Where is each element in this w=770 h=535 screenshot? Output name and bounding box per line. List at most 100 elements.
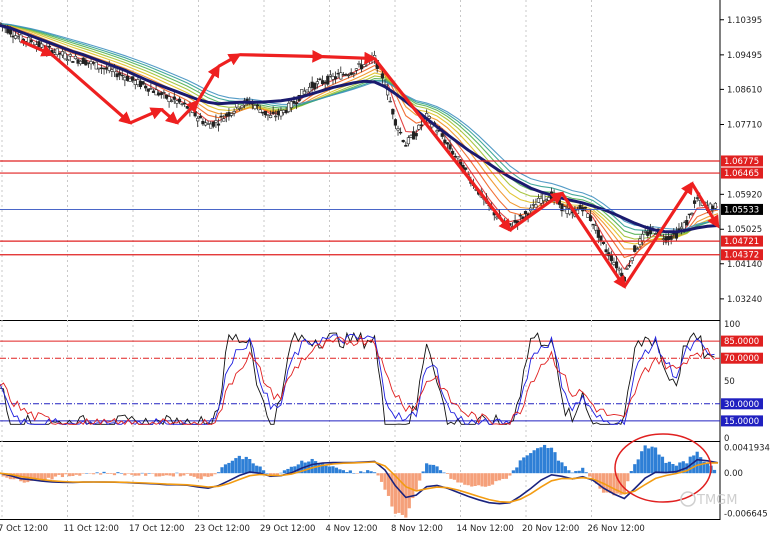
macd-histogram-bar (643, 445, 647, 474)
macd-histogram-bar (445, 473, 450, 474)
macd-histogram-bar (466, 473, 470, 486)
macd-histogram-bar (307, 461, 311, 474)
stoch-tick-label: 0 (724, 434, 729, 444)
macd-histogram-bar (515, 467, 519, 474)
candle-body (331, 76, 335, 80)
candle-body (542, 193, 546, 202)
macd-histogram-bar (57, 473, 61, 475)
macd-histogram-bar (490, 473, 495, 485)
candle-body (315, 81, 319, 85)
candle-body (601, 242, 606, 244)
macd-histogram-bar (553, 452, 557, 474)
macd-histogram-bar (407, 473, 411, 509)
macd-histogram-bar (477, 473, 481, 486)
candle-body (523, 211, 528, 214)
candle-body (268, 115, 273, 118)
macd-histogram-bar (175, 472, 179, 474)
candle-body (591, 223, 595, 226)
candle-body (289, 101, 293, 108)
candle-body (240, 105, 244, 109)
candle-body (620, 272, 624, 277)
candle-body (146, 88, 150, 92)
macd-histogram-bar (265, 473, 269, 474)
candle-body (568, 209, 572, 215)
candle-body (412, 131, 416, 140)
macd-histogram-bar (497, 473, 502, 481)
candle-body (71, 61, 75, 63)
macd-histogram-bar (629, 471, 633, 474)
candle-body (682, 222, 686, 230)
macd-histogram-bar (418, 473, 422, 481)
macd-histogram-bar (338, 469, 342, 474)
macd-tick-label: -0.006645 (724, 510, 768, 520)
macd-histogram-bar (411, 473, 415, 499)
macd-histogram-bar (705, 462, 710, 474)
candle-body (328, 74, 332, 77)
candle-body (79, 60, 83, 65)
watermark-text: TMGM (696, 493, 737, 508)
candle-body (118, 72, 122, 76)
candle-body (666, 236, 671, 240)
candle-body (84, 60, 88, 66)
macd-tick-label: 0.0041934 (724, 444, 770, 454)
macd-histogram-bar (140, 472, 144, 474)
macd-histogram-bar (549, 447, 554, 474)
candle-body (183, 102, 187, 105)
macd-histogram-bar (653, 447, 658, 474)
macd-histogram-bar (50, 473, 54, 480)
candle-body (227, 112, 231, 117)
candle-body (60, 51, 65, 56)
macd-histogram-bar (154, 473, 158, 477)
macd-histogram-bar (92, 473, 96, 475)
candle-body (29, 39, 33, 43)
macd-histogram-bar (660, 456, 665, 474)
macd-histogram-bar (147, 473, 151, 474)
candle-body (443, 139, 447, 144)
candle-body (232, 111, 236, 114)
macd-histogram-bar (369, 471, 373, 474)
price-tick-label: 1.05920 (727, 190, 762, 200)
candle-body (531, 204, 535, 206)
candle-body (388, 100, 392, 103)
macd-histogram-bar (456, 473, 460, 483)
macd-histogram-bar (171, 473, 176, 477)
time-axis-label: 29 Oct 12:00 (260, 524, 315, 534)
candle-body (73, 55, 78, 60)
macd-histogram-bar (98, 473, 103, 475)
macd-histogram-bar (144, 473, 148, 476)
candle-body (313, 82, 317, 90)
macd-histogram-bar (581, 467, 585, 474)
candle-body (318, 78, 322, 81)
candle-body (274, 115, 278, 118)
stoch-level-tag-label: 15.0000 (724, 417, 759, 427)
candle-body (687, 213, 691, 216)
candle-body (81, 57, 85, 64)
macd-histogram-bar (373, 472, 377, 474)
stoch-level-tag-label: 85.0000 (724, 337, 759, 347)
macd-histogram-bar (470, 473, 474, 487)
candle-body (326, 75, 330, 85)
candle-body (237, 108, 241, 110)
candle-body (14, 35, 18, 39)
macd-histogram-bar (563, 466, 567, 474)
price-tick-label: 1.10395 (727, 16, 762, 26)
macd-histogram-bar (192, 473, 196, 477)
candle-body (586, 213, 590, 218)
macd-histogram-bar (223, 464, 228, 474)
candle-body (344, 74, 348, 76)
macd-histogram-bar (157, 473, 162, 477)
candle-body (177, 98, 182, 103)
candle-body (539, 198, 543, 204)
candle-body (448, 144, 452, 150)
macd-histogram-bar (137, 473, 141, 476)
macd-histogram-bar (692, 455, 696, 474)
price-tick-label: 1.04140 (727, 260, 762, 270)
candle-body (294, 102, 299, 105)
candle-body (47, 45, 52, 48)
macd-histogram-bar (286, 468, 290, 474)
macd-histogram-bar (379, 473, 384, 482)
candle-body (123, 76, 127, 81)
candle-body (362, 64, 366, 67)
candle-body (154, 89, 158, 96)
candle-body (391, 108, 395, 115)
